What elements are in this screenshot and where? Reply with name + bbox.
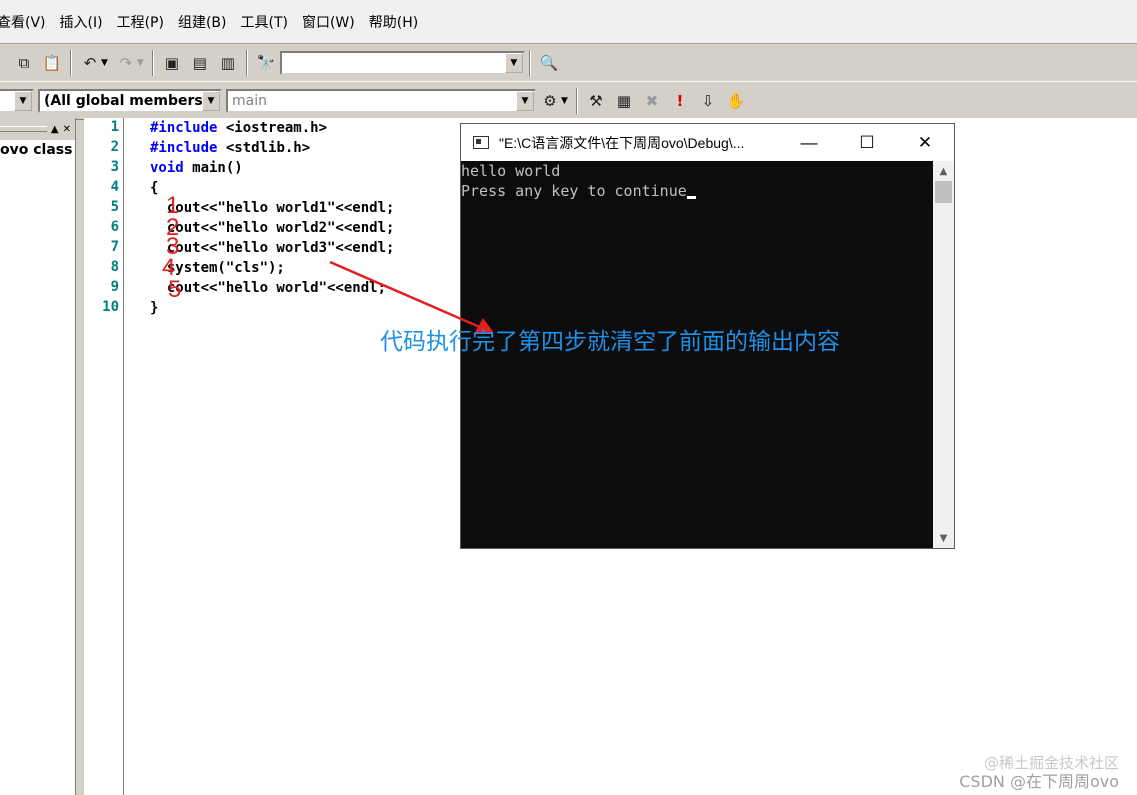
console-title: "E:\C语言源文件\在下周周ovo\Debug\... — [499, 134, 745, 151]
menu-build[interactable]: 组建(B) — [178, 12, 227, 32]
stop-build-icon[interactable]: ✖ — [640, 89, 664, 113]
close-icon[interactable]: ✕ — [63, 124, 71, 135]
scroll-down-icon[interactable]: ▼ — [933, 528, 954, 548]
redo-dropdown-icon[interactable]: ▼ — [137, 58, 144, 68]
restore-icon[interactable]: ▲ — [51, 124, 59, 135]
find-in-files-icon[interactable]: 🔭 — [254, 51, 278, 75]
toolbar-separator — [528, 49, 531, 76]
pane-grip[interactable] — [0, 126, 47, 132]
workspace-header: ▲ ✕ — [0, 118, 75, 140]
chevron-down-icon[interactable]: ▼ — [14, 90, 32, 111]
line-number: 2 — [110, 139, 119, 155]
redo-icon[interactable]: ↷ — [114, 51, 138, 75]
toolbar-separator — [151, 49, 154, 76]
copy-icon[interactable]: ⧉ — [12, 51, 36, 75]
line-number: 1 — [110, 119, 119, 135]
menu-project[interactable]: 工程(P) — [117, 12, 164, 32]
console-line: Press any key to continue — [461, 181, 933, 201]
scope-combo[interactable]: ▼ — [0, 88, 34, 113]
console-line: hello world — [461, 162, 561, 180]
code-line: cout<<"hello world1"<<endl; — [150, 200, 395, 216]
compile-icon[interactable]: ⚒ — [584, 89, 608, 113]
output-window-icon[interactable]: ▤ — [188, 51, 212, 75]
scroll-thumb[interactable] — [935, 181, 952, 203]
step-mark-5: 5 — [168, 276, 182, 303]
wizard-toolbar: ▼ (All global members ▼ main ▼ ⚙ ▼ ⚒ ▦ ✖… — [0, 82, 1137, 120]
text-cursor — [686, 196, 696, 199]
window-list-icon[interactable]: ▥ — [216, 51, 240, 75]
find-icon[interactable]: 🔍 — [537, 51, 561, 75]
maximize-icon[interactable]: ☐ — [838, 133, 896, 153]
wizard-action-icon[interactable]: ⚙ — [538, 89, 562, 113]
line-number: 8 — [110, 259, 119, 275]
code-line: void main() — [150, 160, 243, 176]
line-number: 6 — [110, 219, 119, 235]
find-combo[interactable]: ▼ — [279, 50, 525, 75]
class-combo-value: (All global members — [44, 92, 203, 109]
chevron-down-icon[interactable]: ▼ — [504, 52, 523, 73]
code-line: cout<<"hello world3"<<endl; — [150, 240, 395, 256]
code-line: cout<<"hello world2"<<endl; — [150, 220, 395, 236]
code-line: { — [150, 180, 159, 196]
close-icon[interactable]: ✕ — [896, 133, 954, 153]
chevron-down-icon[interactable]: ▼ — [202, 90, 220, 111]
line-number: 10 — [102, 299, 119, 315]
minimize-icon[interactable]: — — [780, 133, 838, 153]
console-scrollbar[interactable]: ▲ ▼ — [933, 161, 954, 548]
menu-bar: 查看(V) 插入(I) 工程(P) 组建(B) 工具(T) 窗口(W) 帮助(H… — [0, 0, 1137, 44]
menu-window[interactable]: 窗口(W) — [302, 12, 355, 32]
console-app-icon — [473, 136, 489, 149]
function-combo[interactable]: main ▼ — [226, 88, 536, 113]
menu-tools[interactable]: 工具(T) — [240, 12, 287, 32]
menu-view[interactable]: 查看(V) — [0, 12, 46, 32]
code-line: #include <stdlib.h> — [150, 140, 311, 156]
class-view-item[interactable]: ovo class — [0, 142, 75, 158]
class-combo[interactable]: (All global members ▼ — [38, 88, 222, 113]
menu-help[interactable]: 帮助(H) — [369, 12, 418, 32]
undo-dropdown-icon[interactable]: ▼ — [101, 58, 108, 68]
code-line: cout<<"hello world"<<endl; — [150, 280, 387, 296]
standard-toolbar: ⧉ 📋 ↶ ▼ ↷ ▼ ▣ ▤ ▥ 🔭 ▼ 🔍 — [0, 44, 1137, 82]
code-line: } — [150, 300, 159, 316]
line-number: 3 — [110, 159, 119, 175]
breakpoint-hand-icon[interactable]: ✋ — [724, 89, 748, 113]
function-combo-value: main — [232, 92, 267, 109]
line-number: 7 — [110, 239, 119, 255]
line-number: 9 — [110, 279, 119, 295]
chevron-down-icon[interactable]: ▼ — [516, 90, 534, 111]
wizard-dropdown-icon[interactable]: ▼ — [561, 96, 568, 106]
build-icon[interactable]: ▦ — [612, 89, 636, 113]
annotation-text: 代码执行完了第四步就清空了前面的输出内容 — [380, 329, 840, 355]
code-line: #include <iostream.h> — [150, 120, 328, 136]
line-number-gutter: 1 2 3 4 5 6 7 8 9 10 — [84, 118, 124, 795]
watermark-csdn: CSDN @在下周周ovo — [959, 772, 1119, 791]
paste-icon[interactable]: 📋 — [40, 51, 64, 75]
line-number: 4 — [110, 179, 119, 195]
scroll-up-icon[interactable]: ▲ — [933, 161, 954, 181]
menu-insert[interactable]: 插入(I) — [60, 12, 103, 32]
workspace-pane: ▲ ✕ ovo class — [0, 118, 76, 795]
workspace-window-icon[interactable]: ▣ — [160, 51, 184, 75]
execute-icon[interactable]: ! — [668, 89, 692, 113]
line-number: 5 — [110, 199, 119, 215]
undo-icon[interactable]: ↶ — [78, 51, 102, 75]
toolbar-separator — [70, 49, 72, 76]
console-titlebar[interactable]: "E:\C语言源文件\在下周周ovo\Debug\... — ☐ ✕ — [461, 124, 954, 161]
toolbar-separator — [245, 49, 248, 76]
go-icon[interactable]: ⇩ — [696, 89, 720, 113]
toolbar-separator — [575, 87, 578, 114]
